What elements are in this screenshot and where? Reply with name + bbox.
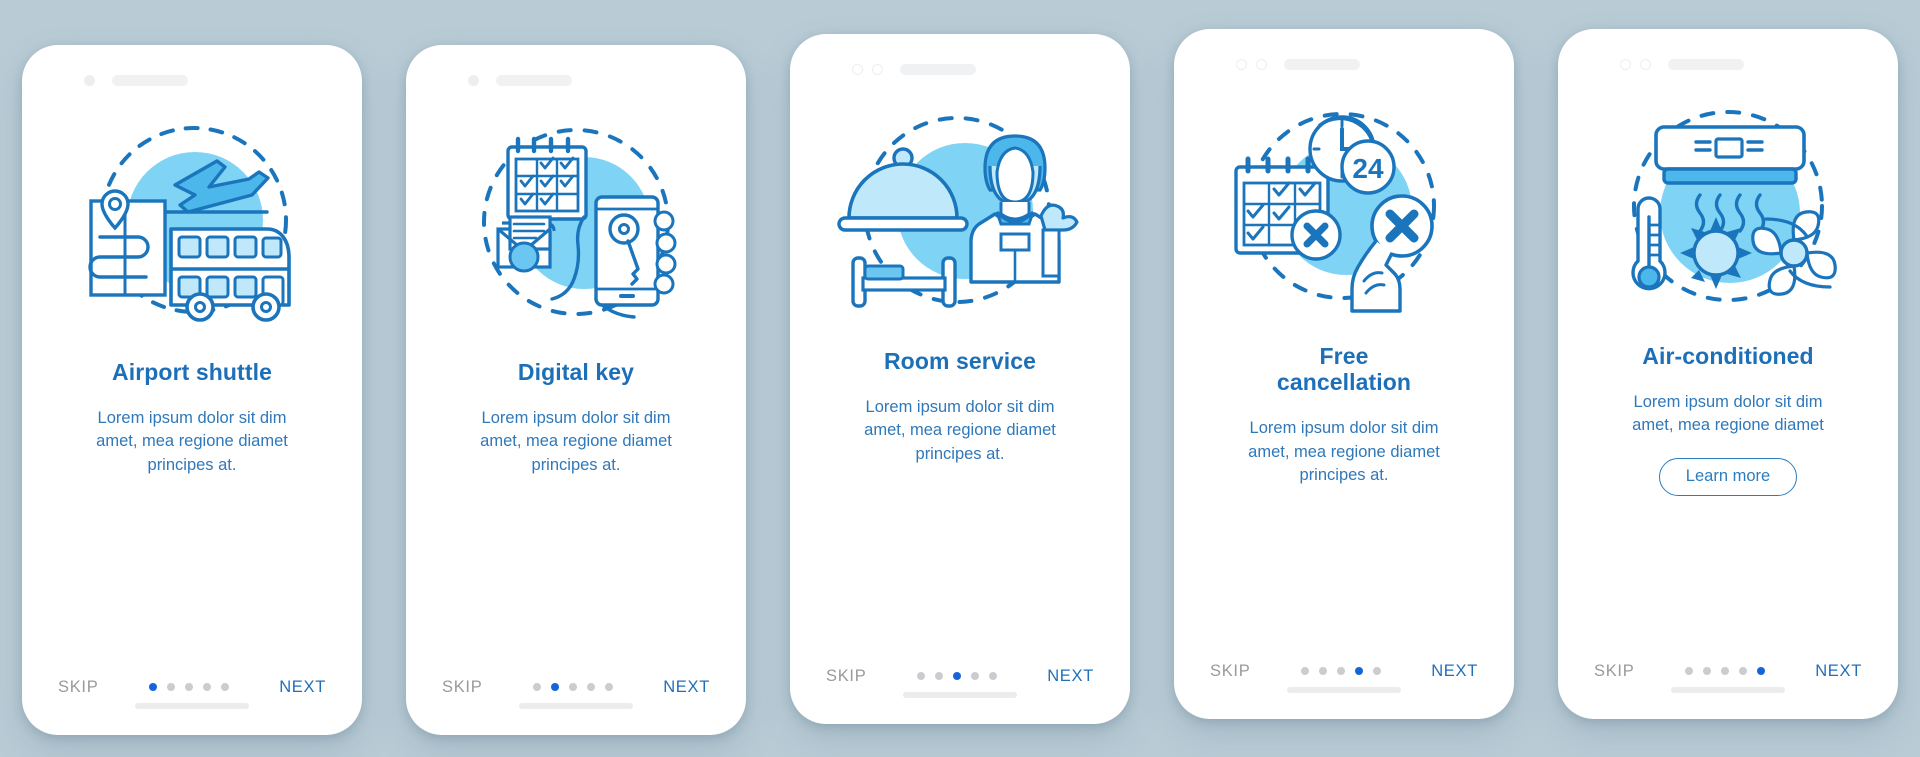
skip-button[interactable]: SKIP [1210, 662, 1250, 681]
step-indicator-dots [1684, 667, 1765, 675]
page-description: Lorem ipsum dolor sit dim amet, mea regi… [1632, 392, 1824, 435]
step-dot-2[interactable] [934, 672, 943, 680]
skip-button[interactable]: SKIP [1594, 662, 1634, 681]
speaker-bar [1284, 59, 1360, 70]
step-dot-2[interactable] [1318, 667, 1327, 675]
speaker-bar [900, 64, 976, 75]
step-dot-3[interactable] [1720, 667, 1729, 675]
home-indicator [903, 691, 1017, 698]
step-dot-1[interactable] [916, 672, 925, 680]
step-indicator-dots [532, 683, 613, 691]
page-title: Airport shuttle [112, 358, 272, 385]
text-block: Air-conditioned Lorem ipsum dolor sit di… [1558, 333, 1898, 662]
home-indicator [519, 702, 633, 709]
page-description: Lorem ipsum dolor sit dim amet, mea regi… [96, 408, 288, 474]
learn-more-button[interactable]: Learn more [1658, 457, 1798, 496]
step-dot-5[interactable] [604, 683, 613, 691]
status-bar [1558, 45, 1898, 85]
phone-screen-free-cancellation: 24 Free cancellation Lorem ipsum dolor s… [1174, 28, 1514, 719]
step-dot-2[interactable] [1702, 667, 1711, 675]
sensor-ring-icon [872, 64, 883, 75]
page-description: Lorem ipsum dolor sit dim amet, mea regi… [1248, 419, 1440, 485]
onboarding-screens-stage: Airport shuttle Lorem ipsum dolor sit di… [0, 0, 1920, 757]
step-dot-5[interactable] [220, 683, 229, 691]
skip-button[interactable]: SKIP [442, 678, 482, 697]
home-indicator [1287, 686, 1401, 693]
text-block: Airport shuttle Lorem ipsum dolor sit di… [22, 349, 362, 678]
sensor-ring-icon [1256, 59, 1267, 70]
step-dot-3[interactable] [1336, 667, 1345, 675]
step-dot-4[interactable] [1354, 667, 1363, 675]
step-dot-3[interactable] [184, 683, 193, 691]
svg-text:24: 24 [1352, 153, 1384, 184]
step-dot-1[interactable] [148, 683, 157, 691]
room-service-icon [790, 90, 1130, 338]
speaker-bar [112, 75, 188, 86]
page-title: Room service [883, 347, 1037, 374]
next-button[interactable]: NEXT [1431, 662, 1478, 681]
text-block: Digital key Lorem ipsum dolor sit dim am… [406, 349, 746, 678]
step-dot-4[interactable] [202, 683, 211, 691]
step-dot-4[interactable] [970, 672, 979, 680]
step-dot-1[interactable] [1684, 667, 1693, 675]
page-title: Air-conditioned [1642, 342, 1814, 369]
step-dot-1[interactable] [1300, 667, 1309, 675]
step-indicator-dots [916, 672, 997, 680]
navigation-row: SKIP NEXT [22, 678, 362, 697]
camera-dot-icon [84, 75, 95, 86]
sensor-ring-icon [1640, 59, 1651, 70]
skip-button[interactable]: SKIP [826, 667, 866, 686]
digital-key-icon [406, 101, 746, 349]
page-title: Digital key [517, 358, 635, 385]
next-button[interactable]: NEXT [1815, 662, 1862, 681]
text-block: Room service Lorem ipsum dolor sit dim a… [790, 338, 1130, 667]
phone-screen-room-service: Room service Lorem ipsum dolor sit dim a… [790, 33, 1130, 724]
next-button[interactable]: NEXT [663, 678, 710, 697]
status-bar [22, 61, 362, 101]
step-indicator-dots [148, 683, 229, 691]
camera-ring-icon [1236, 59, 1247, 70]
phone-screen-digital-key: Digital key Lorem ipsum dolor sit dim am… [406, 44, 746, 735]
camera-ring-icon [852, 64, 863, 75]
step-dot-2[interactable] [550, 683, 559, 691]
skip-button[interactable]: SKIP [58, 678, 98, 697]
step-dot-3[interactable] [568, 683, 577, 691]
page-description: Lorem ipsum dolor sit dim amet, mea regi… [480, 408, 672, 474]
next-button[interactable]: NEXT [1047, 667, 1094, 686]
navigation-row: SKIP NEXT [790, 667, 1130, 686]
home-indicator [135, 702, 249, 709]
navigation-row: SKIP NEXT [406, 678, 746, 697]
speaker-bar [496, 75, 572, 86]
next-button[interactable]: NEXT [279, 678, 326, 697]
step-dot-3[interactable] [952, 672, 961, 680]
free-cancellation-icon: 24 [1174, 85, 1514, 333]
status-bar [790, 50, 1130, 90]
step-dot-4[interactable] [586, 683, 595, 691]
navigation-row: SKIP NEXT [1174, 662, 1514, 681]
navigation-row: SKIP NEXT [1558, 662, 1898, 681]
step-dot-4[interactable] [1738, 667, 1747, 675]
step-indicator-dots [1300, 667, 1381, 675]
speaker-bar [1668, 59, 1744, 70]
home-indicator [1671, 686, 1785, 693]
page-title: Free cancellation [1276, 342, 1412, 395]
camera-dot-icon [468, 75, 479, 86]
text-block: Free cancellation Lorem ipsum dolor sit … [1174, 333, 1514, 662]
page-description: Lorem ipsum dolor sit dim amet, mea regi… [864, 397, 1056, 463]
step-dot-5[interactable] [988, 672, 997, 680]
air-conditioned-icon [1558, 85, 1898, 333]
status-bar [406, 61, 746, 101]
airport-shuttle-icon [22, 101, 362, 349]
phone-screen-air-conditioned: Air-conditioned Lorem ipsum dolor sit di… [1558, 28, 1898, 719]
step-dot-5[interactable] [1372, 667, 1381, 675]
step-dot-1[interactable] [532, 683, 541, 691]
status-bar [1174, 45, 1514, 85]
step-dot-5[interactable] [1756, 667, 1765, 675]
phone-screen-airport-shuttle: Airport shuttle Lorem ipsum dolor sit di… [22, 44, 362, 735]
step-dot-2[interactable] [166, 683, 175, 691]
camera-ring-icon [1620, 59, 1631, 70]
